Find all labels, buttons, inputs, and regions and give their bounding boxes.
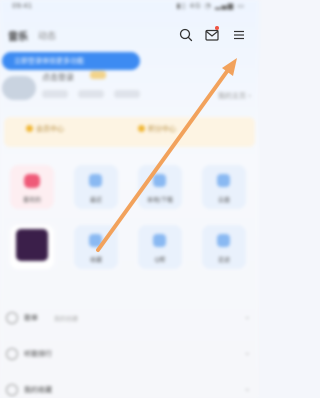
app-background: 09:41 ▮▯ 4G ◔ ▂▄▆ ▭ 音乐 动态 立即登录体验更多功能 点击登… [0, 0, 259, 398]
vip-center-label: 会员中心 [36, 125, 64, 133]
avatar[interactable] [2, 76, 36, 100]
tile-history[interactable]: 足迹 [202, 225, 246, 269]
star-icon [89, 234, 102, 247]
status-time: 09:41 [12, 2, 33, 10]
chevron-down-icon: ⌄ [243, 348, 251, 358]
list-icon [6, 384, 18, 396]
profile-stats [42, 90, 152, 100]
download-icon [153, 174, 166, 187]
points-center-label: 积分中心 [148, 125, 176, 133]
vip-badge [90, 71, 106, 79]
vip-card[interactable]: 会员中心 积分中心 [4, 117, 255, 147]
stat-pill [114, 90, 140, 98]
list-icon [6, 348, 18, 360]
coin-icon [26, 125, 33, 132]
header-actions [179, 26, 249, 42]
album-cover [16, 229, 48, 261]
tile-liked[interactable]: 喜欢的 [10, 165, 54, 209]
tile-label: 喜欢的 [22, 197, 41, 204]
tab-feed[interactable]: 动态 [38, 29, 56, 42]
list-item[interactable]: 歌单 我的创建 ⌄ [6, 308, 253, 330]
notification-dot [215, 26, 219, 30]
tile-label: Q帮 [154, 257, 166, 264]
list-label: 听歌排行 [24, 350, 52, 358]
cloud-icon [217, 174, 230, 187]
list-label: 我的收藏 [24, 386, 52, 394]
chevron-down-icon: ⌄ [243, 312, 251, 322]
tile-search[interactable]: Q帮 [138, 225, 182, 269]
tile-label: 足迹 [217, 257, 230, 264]
shortcut-grid: 喜欢的 最近 本地/下载 云盘 收藏 Q帮 足迹 [4, 165, 255, 280]
tile-cloud[interactable]: 云盘 [202, 165, 246, 209]
stat-pill [42, 90, 68, 98]
list-icon [6, 312, 18, 324]
list-label: 歌单 [24, 314, 38, 322]
status-icons: ▮▯ 4G ◔ ▂▄▆ ▭ [176, 2, 245, 10]
music-note-icon [217, 234, 230, 247]
heart-icon [24, 174, 40, 188]
profile-subtitle: 点击登录 [42, 73, 74, 82]
tile-recent[interactable]: 最近 [74, 165, 118, 209]
list-sub: 我的创建 [54, 316, 79, 323]
status-bar: 09:41 ▮▯ 4G ◔ ▂▄▆ ▭ [0, 0, 259, 14]
tile-label: 最近 [89, 197, 102, 204]
menu-icon[interactable] [232, 27, 246, 41]
stat-pill [78, 90, 104, 98]
homepage-link[interactable]: 我的主页 › [218, 91, 251, 101]
chevron-down-icon: ⌄ [243, 384, 251, 394]
search-icon [153, 234, 166, 247]
tile-label: 云盘 [217, 197, 230, 204]
list-item[interactable]: 听歌排行 ⌄ [6, 344, 253, 366]
clock-icon [89, 174, 102, 187]
points-center[interactable]: 积分中心 [138, 124, 176, 134]
tile-album[interactable] [10, 225, 54, 269]
tile-favorites[interactable]: 收藏 [74, 225, 118, 269]
list-item[interactable]: 我的收藏 ⌄ [6, 380, 253, 398]
tab-music[interactable]: 音乐 [8, 28, 28, 43]
search-icon[interactable] [179, 27, 193, 42]
vip-center[interactable]: 会员中心 [26, 124, 64, 134]
tile-local[interactable]: 本地/下载 [138, 165, 182, 209]
login-banner[interactable]: 立即登录体验更多功能 [2, 52, 140, 70]
coin-icon [138, 125, 145, 132]
tile-label: 收藏 [89, 257, 102, 264]
tile-label: 本地/下载 [146, 197, 174, 204]
